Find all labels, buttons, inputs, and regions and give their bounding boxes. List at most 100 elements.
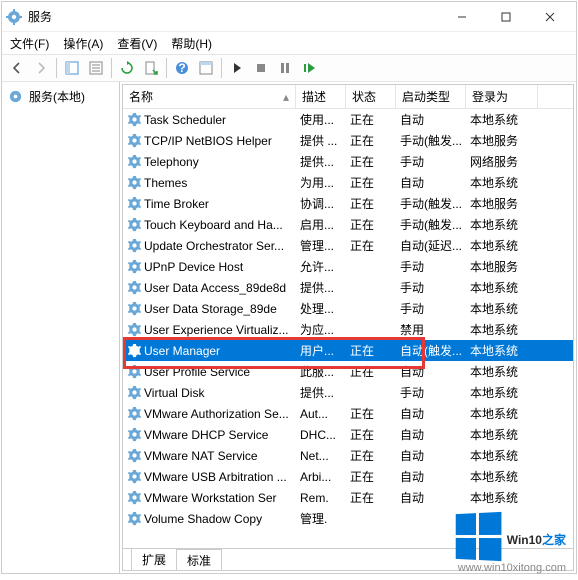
titlebar[interactable]: 服务	[2, 2, 576, 32]
cell-startup: 自动	[396, 426, 466, 443]
cell-desc: 启用...	[296, 216, 346, 233]
list-pane: 名称▴ 描述 状态 启动类型 登录为 Task Scheduler使用...正在…	[122, 84, 574, 571]
service-row[interactable]: Task Scheduler使用...正在自动本地系统	[123, 109, 573, 130]
cell-status: 正在	[346, 216, 396, 233]
cell-name: VMware NAT Service	[123, 448, 296, 463]
export-button[interactable]	[140, 57, 162, 79]
stop-service-button[interactable]	[250, 57, 272, 79]
service-row[interactable]: TCP/IP NetBIOS Helper提供 ...正在手动(触发...本地服…	[123, 130, 573, 151]
col-status[interactable]: 状态	[346, 85, 396, 108]
cell-status: 正在	[346, 195, 396, 212]
service-row[interactable]: VMware DHCP ServiceDHC...正在自动本地系统	[123, 424, 573, 445]
tree-root-label: 服务(本地)	[29, 88, 85, 105]
cell-logon: 本地系统	[466, 468, 538, 485]
back-button[interactable]	[6, 57, 28, 79]
cell-logon: 网络服务	[466, 153, 538, 170]
properties-button[interactable]	[85, 57, 107, 79]
col-startup[interactable]: 启动类型	[396, 85, 466, 108]
menu-help[interactable]: 帮助(H)	[171, 35, 212, 52]
cell-status: 正在	[346, 363, 396, 380]
cell-logon: 本地服务	[466, 132, 538, 149]
gear-icon	[127, 322, 142, 337]
cell-desc: 提供...	[296, 279, 346, 296]
cell-logon: 本地系统	[466, 174, 538, 191]
tree-root-node[interactable]: 服务(本地)	[6, 86, 115, 107]
service-row[interactable]: VMware NAT ServiceNet...正在自动本地系统	[123, 445, 573, 466]
start-service-button[interactable]	[226, 57, 248, 79]
gear-icon	[127, 469, 142, 484]
service-row[interactable]: User Profile Service此服...正在自动本地系统	[123, 361, 573, 382]
close-button[interactable]	[528, 3, 572, 31]
col-logon[interactable]: 登录为	[466, 85, 538, 108]
refresh-button[interactable]	[116, 57, 138, 79]
cell-status: 正在	[346, 237, 396, 254]
cell-name: VMware Workstation Ser	[123, 490, 296, 505]
col-name[interactable]: 名称▴	[123, 85, 296, 108]
pause-service-button[interactable]	[274, 57, 296, 79]
service-row[interactable]: User Data Access_89de8d提供...手动本地系统	[123, 277, 573, 298]
cell-logon: 本地系统	[466, 489, 538, 506]
cell-name: User Data Access_89de8d	[123, 280, 296, 295]
show-hide-tree-button[interactable]	[61, 57, 83, 79]
service-row[interactable]: Time Broker协调...正在手动(触发...本地服务	[123, 193, 573, 214]
cell-desc: 为用...	[296, 174, 346, 191]
service-row[interactable]: User Data Storage_89de处理...手动本地系统	[123, 298, 573, 319]
menu-action[interactable]: 操作(A)	[63, 35, 103, 52]
cell-logon: 本地服务	[466, 195, 538, 212]
service-row[interactable]: User Manager用户...正在自动(触发...本地系统	[123, 340, 573, 361]
restart-service-button[interactable]	[298, 57, 320, 79]
cell-desc: 用户...	[296, 342, 346, 359]
cell-desc: 管理.	[296, 510, 346, 527]
cell-startup: 手动	[396, 258, 466, 275]
service-row[interactable]: VMware Authorization Se...Aut...正在自动本地系统	[123, 403, 573, 424]
service-row[interactable]: Update Orchestrator Ser...管理...正在自动(延迟..…	[123, 235, 573, 256]
menu-file[interactable]: 文件(F)	[10, 35, 49, 52]
props2-button[interactable]	[195, 57, 217, 79]
cell-logon: 本地服务	[466, 258, 538, 275]
cell-desc: Aut...	[296, 407, 346, 421]
help-button[interactable]: ?	[171, 57, 193, 79]
cell-startup: 手动(触发...	[396, 195, 466, 212]
service-row[interactable]: Telephony提供...正在手动网络服务	[123, 151, 573, 172]
cell-name: VMware Authorization Se...	[123, 406, 296, 421]
gear-icon	[127, 511, 142, 526]
toolbar: ?	[2, 54, 576, 82]
tab-extended[interactable]: 扩展	[131, 548, 177, 570]
cell-name: VMware USB Arbitration ...	[123, 469, 296, 484]
minimize-button[interactable]	[440, 3, 484, 31]
cell-status: 正在	[346, 153, 396, 170]
gear-icon	[127, 427, 142, 442]
tab-standard[interactable]: 标准	[176, 549, 222, 571]
cell-status: 正在	[346, 489, 396, 506]
service-row[interactable]: Themes为用...正在自动本地系统	[123, 172, 573, 193]
services-window: 服务 文件(F) 操作(A) 查看(V) 帮助(H) ?	[1, 1, 577, 574]
service-row[interactable]: Touch Keyboard and Ha...启用...正在手动(触发...本…	[123, 214, 573, 235]
service-row[interactable]: Virtual Disk提供...手动本地系统	[123, 382, 573, 403]
cell-startup: 手动	[396, 384, 466, 401]
forward-button[interactable]	[30, 57, 52, 79]
service-row[interactable]: UPnP Device Host允许...手动本地服务	[123, 256, 573, 277]
cell-logon: 本地系统	[466, 384, 538, 401]
service-row[interactable]: Volume Shadow Copy管理.	[123, 508, 573, 529]
cell-desc: DHC...	[296, 428, 346, 442]
cell-status: 正在	[346, 111, 396, 128]
gear-icon	[127, 217, 142, 232]
cell-name: Themes	[123, 175, 296, 190]
gear-icon	[127, 406, 142, 421]
col-desc[interactable]: 描述	[296, 85, 346, 108]
service-list[interactable]: Task Scheduler使用...正在自动本地系统TCP/IP NetBIO…	[123, 109, 573, 548]
service-row[interactable]: VMware USB Arbitration ...Arbi...正在自动本地系…	[123, 466, 573, 487]
gear-icon	[127, 259, 142, 274]
service-row[interactable]: VMware Workstation SerRem.正在自动本地系统	[123, 487, 573, 508]
gear-icon	[127, 133, 142, 148]
service-row[interactable]: User Experience Virtualiz...为应...禁用本地系统	[123, 319, 573, 340]
sort-asc-icon: ▴	[283, 90, 289, 104]
tree-pane[interactable]: 服务(本地)	[2, 82, 120, 573]
cell-status: 正在	[346, 405, 396, 422]
menu-view[interactable]: 查看(V)	[117, 35, 157, 52]
cell-name: User Data Storage_89de	[123, 301, 296, 316]
maximize-button[interactable]	[484, 3, 528, 31]
cell-startup: 手动	[396, 279, 466, 296]
cell-desc: 此服...	[296, 363, 346, 380]
cell-startup: 手动	[396, 153, 466, 170]
